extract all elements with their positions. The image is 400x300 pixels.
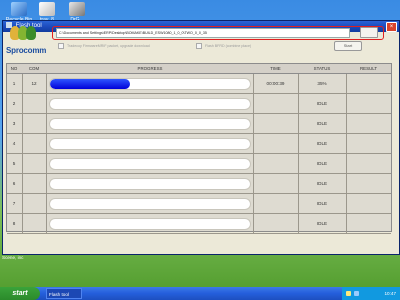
- table-row[interactable]: 7 IDLE: [7, 194, 391, 214]
- column-divider: [46, 74, 47, 93]
- progress-bar: [49, 78, 251, 90]
- desktop-text: Scene, inc: [2, 255, 24, 260]
- cell-com: 12: [31, 81, 37, 86]
- option-checkbox[interactable]: [196, 43, 202, 50]
- cell-status: IDLE: [316, 101, 328, 106]
- cell-com: [23, 214, 45, 233]
- start-button[interactable]: Start: [334, 41, 362, 51]
- start-menu-button[interactable]: start: [0, 287, 40, 300]
- table-row[interactable]: 6 IDLE: [7, 174, 391, 194]
- browse-button[interactable]: [360, 27, 378, 38]
- progress-bar: [49, 198, 251, 210]
- option-label: Tradecoy FirmwareMRIF packet, upgrade do…: [66, 44, 150, 48]
- header-com: COM: [28, 66, 40, 71]
- cell-result: [346, 74, 391, 93]
- cell-time: [253, 134, 298, 153]
- cell-com: [23, 134, 45, 153]
- taskbar-item-flash-tool[interactable]: Flash tool: [46, 288, 82, 299]
- cell-status: IDLE: [316, 141, 328, 146]
- cell-time: [253, 114, 298, 133]
- close-button[interactable]: ×: [386, 22, 397, 32]
- header-time: TIME: [270, 66, 281, 71]
- cell-result: [346, 214, 391, 233]
- table-body: 1 12 00:00:39 35% 2 IDLE 3 IDLE 4 IDLE 5 IDLE 6 IDLE 7…: [7, 74, 391, 234]
- cell-no: 1: [12, 81, 16, 86]
- cell-com: [23, 174, 45, 193]
- cell-result: [346, 174, 391, 193]
- column-divider: [46, 134, 47, 153]
- cell-result: [346, 134, 391, 153]
- cell-time: [253, 174, 298, 193]
- taskbar: start Flash tool 10:47: [0, 287, 400, 300]
- header-progress: PROGRESS: [137, 66, 163, 71]
- option-checkbox[interactable]: [58, 43, 64, 50]
- column-divider: [46, 114, 47, 133]
- cell-no: 5: [12, 161, 16, 166]
- table-row[interactable]: 5 IDLE: [7, 154, 391, 174]
- logo-text: Sprocomm: [6, 46, 47, 55]
- cell-result: [346, 194, 391, 213]
- column-divider: [46, 154, 47, 173]
- table-row[interactable]: 8 IDLE: [7, 214, 391, 234]
- firmware-path-input[interactable]: C:\Documents and Settings\ERP\Desktop\BO…: [56, 28, 350, 38]
- cell-status: 35%: [317, 81, 327, 86]
- progress-bar: [49, 118, 251, 130]
- cell-status: IDLE: [316, 161, 328, 166]
- option-tradecoy-firmware[interactable]: Tradecoy FirmwareMRIF packet, upgrade do…: [58, 43, 150, 50]
- cell-time: [253, 214, 298, 233]
- table-row[interactable]: 3 IDLE: [7, 114, 391, 134]
- option-label: Flash BFRD (combine place): [205, 44, 252, 48]
- cell-com: [23, 94, 45, 113]
- cell-no: 4: [12, 141, 16, 146]
- tray-icon[interactable]: [354, 291, 359, 296]
- cell-time: 00:00:39: [266, 81, 285, 86]
- sprocomm-logo: Sprocomm: [6, 26, 46, 60]
- cell-no: 2: [12, 101, 16, 106]
- header-status: STATUS: [313, 66, 331, 71]
- header-no: NO: [10, 66, 18, 71]
- system-tray: 10:47: [342, 287, 400, 300]
- column-divider: [46, 94, 47, 113]
- tray-icon[interactable]: [346, 291, 351, 296]
- cell-status: IDLE: [316, 121, 328, 126]
- cell-no: 7: [12, 201, 16, 206]
- port-table: NO COM PROGRESS TIME STATUS RESULT 1 12 00…: [6, 63, 392, 234]
- table-row[interactable]: 1 12 00:00:39 35%: [7, 74, 391, 94]
- column-divider: [46, 174, 47, 193]
- table-header: NO COM PROGRESS TIME STATUS RESULT: [7, 64, 391, 74]
- clock: 10:47: [384, 291, 397, 296]
- progress-bar: [49, 158, 251, 170]
- column-divider: [46, 194, 47, 213]
- column-divider: [46, 214, 47, 233]
- cell-com: [23, 154, 45, 173]
- header-result: RESULT: [360, 66, 377, 71]
- table-row[interactable]: 4 IDLE: [7, 134, 391, 154]
- cell-status: IDLE: [316, 201, 328, 206]
- option-flash-bfrd[interactable]: Flash BFRD (combine place): [196, 43, 252, 50]
- progress-bar: [49, 218, 251, 230]
- document-icon: [39, 2, 55, 16]
- recycle-bin-icon: [11, 2, 27, 16]
- cell-time: [253, 154, 298, 173]
- cell-result: [346, 94, 391, 113]
- cell-result: [346, 154, 391, 173]
- cell-time: [253, 194, 298, 213]
- progress-bar: [49, 98, 251, 110]
- cell-no: 6: [12, 181, 16, 186]
- cell-result: [346, 114, 391, 133]
- cell-status: IDLE: [316, 181, 328, 186]
- cell-status: IDLE: [316, 221, 328, 226]
- cell-time: [253, 94, 298, 113]
- progress-bar: [49, 138, 251, 150]
- progress-fill: [50, 79, 130, 89]
- logo-leaf-icon: [26, 26, 36, 40]
- progress-bar: [49, 178, 251, 190]
- cell-com: [23, 194, 45, 213]
- table-row[interactable]: 2 IDLE: [7, 94, 391, 114]
- cell-com: [23, 114, 45, 133]
- cell-no: 8: [12, 221, 16, 226]
- cell-no: 3: [12, 121, 16, 126]
- computer-icon: [69, 2, 85, 16]
